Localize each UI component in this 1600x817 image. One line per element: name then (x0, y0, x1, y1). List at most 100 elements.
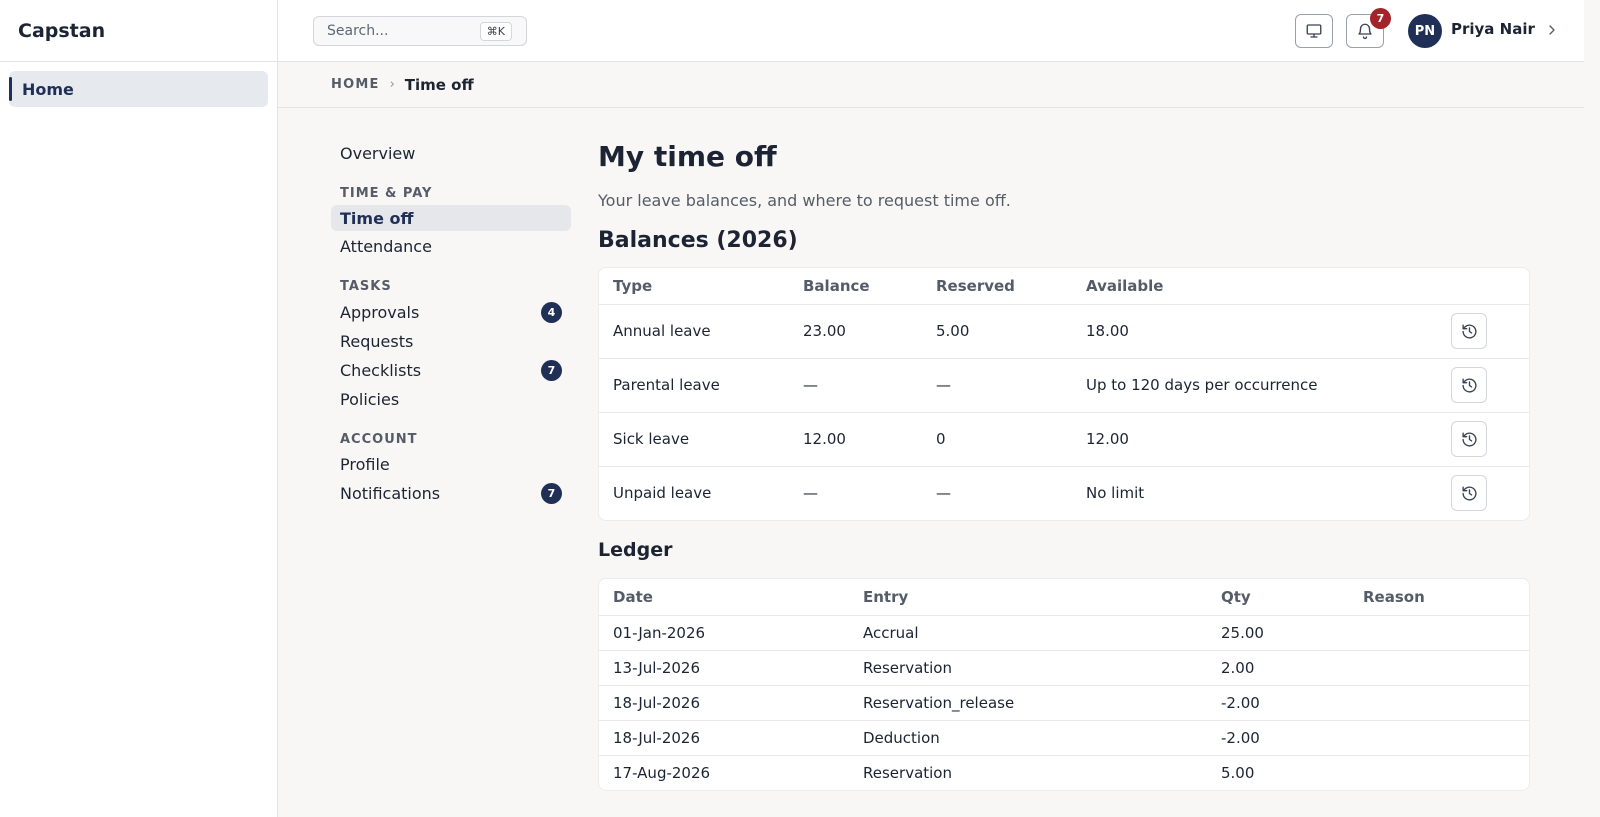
subnav-item-label: Notifications (340, 483, 441, 503)
cell-qty: 2.00 (1207, 649, 1349, 685)
cell-reason (1349, 719, 1529, 755)
user-name[interactable]: Priya Nair (1451, 20, 1535, 38)
subnav-item-label: Approvals (340, 302, 420, 322)
top-header: Search... ⌘K 7 PN Priya Nair (278, 0, 1584, 62)
ledger-card: Date Entry Qty Reason 01-Jan-2026 Accrua… (598, 578, 1530, 791)
count-badge: 4 (541, 302, 562, 323)
balances-card: Type Balance Reserved Available Annual l… (598, 267, 1530, 521)
subnav-item-requests[interactable]: Requests (331, 328, 571, 354)
subnav-item-profile[interactable]: Profile (331, 451, 571, 477)
main-content: My time off Your leave balances, and whe… (598, 140, 1530, 791)
display-button[interactable] (1295, 14, 1333, 48)
table-row: 01-Jan-2026 Accrual 25.00 (599, 614, 1529, 650)
cell-available: No limit (1072, 465, 1412, 520)
column-header: Balance (803, 276, 870, 295)
subnav-item-policies[interactable]: Policies (331, 386, 571, 412)
column-header: Available (1086, 276, 1164, 295)
cell-actions (1412, 303, 1529, 358)
table-header-row: Date Entry Qty Reason (599, 579, 1529, 615)
column-header: Type (613, 276, 653, 295)
cell-reason (1349, 754, 1529, 790)
column-header: Date (613, 587, 653, 606)
history-button[interactable] (1451, 475, 1487, 512)
ledger-title: Ledger (598, 539, 673, 561)
cell-reserved: — (922, 465, 1072, 520)
subnav-group-label: TASKS (340, 279, 392, 294)
cell-date: 18-Jul-2026 (599, 684, 849, 720)
cell-available: Up to 120 days per occurrence (1072, 357, 1412, 412)
subnav-group-label: ACCOUNT (340, 432, 418, 447)
history-button[interactable] (1451, 421, 1487, 457)
table-row: 17-Aug-2026 Reservation 5.00 (599, 754, 1529, 790)
breadcrumb-separator-icon: › (389, 77, 395, 92)
cell-type: Parental leave (599, 357, 789, 412)
cell-type: Sick leave (599, 411, 789, 466)
page-subtitle: Your leave balances, and where to reques… (598, 191, 1011, 210)
table-row: Parental leave — — Up to 120 days per oc… (599, 357, 1529, 412)
subnav-item-checklists[interactable]: Checklists 7 (331, 357, 571, 383)
cell-qty: -2.00 (1207, 719, 1349, 755)
history-icon (1461, 486, 1477, 501)
table-row: Annual leave 23.00 5.00 18.00 (599, 303, 1529, 358)
cell-actions (1412, 357, 1529, 412)
cell-qty: -2.00 (1207, 684, 1349, 720)
cell-balance: — (789, 465, 922, 520)
cell-balance: — (789, 357, 922, 412)
sidebar-item-home[interactable]: Home (9, 71, 268, 107)
cell-qty: 25.00 (1207, 614, 1349, 650)
subnav-item-overview[interactable]: Overview (331, 140, 571, 166)
table-header-row: Type Balance Reserved Available (599, 268, 1529, 304)
cell-date: 18-Jul-2026 (599, 719, 849, 755)
cell-reason (1349, 614, 1529, 650)
section-nav: Overview TIME & PAY Time off Attendance … (331, 140, 571, 506)
brand-logo[interactable]: Capstan (0, 0, 277, 62)
cell-type: Annual leave (599, 303, 789, 358)
column-header: Reserved (936, 276, 1015, 295)
chevron-right-icon[interactable] (1544, 22, 1560, 38)
cell-date: 13-Jul-2026 (599, 649, 849, 685)
user-avatar[interactable]: PN (1408, 14, 1442, 48)
ledger-table: Date Entry Qty Reason 01-Jan-2026 Accrua… (599, 579, 1529, 790)
subnav-item-approvals[interactable]: Approvals 4 (331, 299, 571, 325)
table-row: Unpaid leave — — No limit (599, 465, 1529, 520)
history-icon (1461, 377, 1477, 393)
cell-date: 17-Aug-2026 (599, 754, 849, 790)
cell-reserved: 0 (922, 411, 1072, 466)
balances-table: Type Balance Reserved Available Annual l… (599, 268, 1529, 520)
cell-reserved: — (922, 357, 1072, 412)
breadcrumb: HOME › Time off (278, 62, 1584, 108)
notification-count-badge: 7 (1370, 8, 1391, 29)
breadcrumb-current: Time off (404, 75, 474, 94)
subnav-item-notifications[interactable]: Notifications 7 (331, 480, 571, 506)
column-header: Qty (1221, 587, 1251, 606)
cell-reason (1349, 684, 1529, 720)
cell-entry: Reservation (849, 649, 1207, 685)
column-header: Entry (863, 587, 909, 606)
cell-type: Unpaid leave (599, 465, 789, 520)
cell-qty: 5.00 (1207, 754, 1349, 790)
search-placeholder: Search... (327, 23, 389, 39)
cell-balance: 12.00 (789, 411, 922, 466)
history-button[interactable] (1451, 313, 1487, 349)
subnav-item-label: Checklists (340, 360, 422, 380)
cell-available: 12.00 (1072, 411, 1412, 466)
cell-reserved: 5.00 (922, 303, 1072, 358)
cell-actions (1412, 465, 1529, 520)
cell-actions (1412, 411, 1529, 466)
monitor-icon (1306, 24, 1322, 38)
subnav-item-time-off[interactable]: Time off (331, 205, 571, 231)
count-badge: 7 (541, 483, 562, 504)
breadcrumb-home[interactable]: HOME (331, 77, 380, 92)
cell-available: 18.00 (1072, 303, 1412, 358)
cell-entry: Reservation (849, 754, 1207, 790)
column-header-actions (1412, 268, 1529, 304)
subnav-item-attendance[interactable]: Attendance (331, 233, 571, 259)
cell-reason (1349, 649, 1529, 685)
table-row: 18-Jul-2026 Reservation_release -2.00 (599, 684, 1529, 720)
history-button[interactable] (1451, 367, 1487, 403)
search-input[interactable]: Search... ⌘K (313, 16, 527, 46)
table-row: 13-Jul-2026 Reservation 2.00 (599, 649, 1529, 685)
table-row: 18-Jul-2026 Deduction -2.00 (599, 719, 1529, 755)
cell-entry: Reservation_release (849, 684, 1207, 720)
column-header: Reason (1363, 587, 1425, 606)
